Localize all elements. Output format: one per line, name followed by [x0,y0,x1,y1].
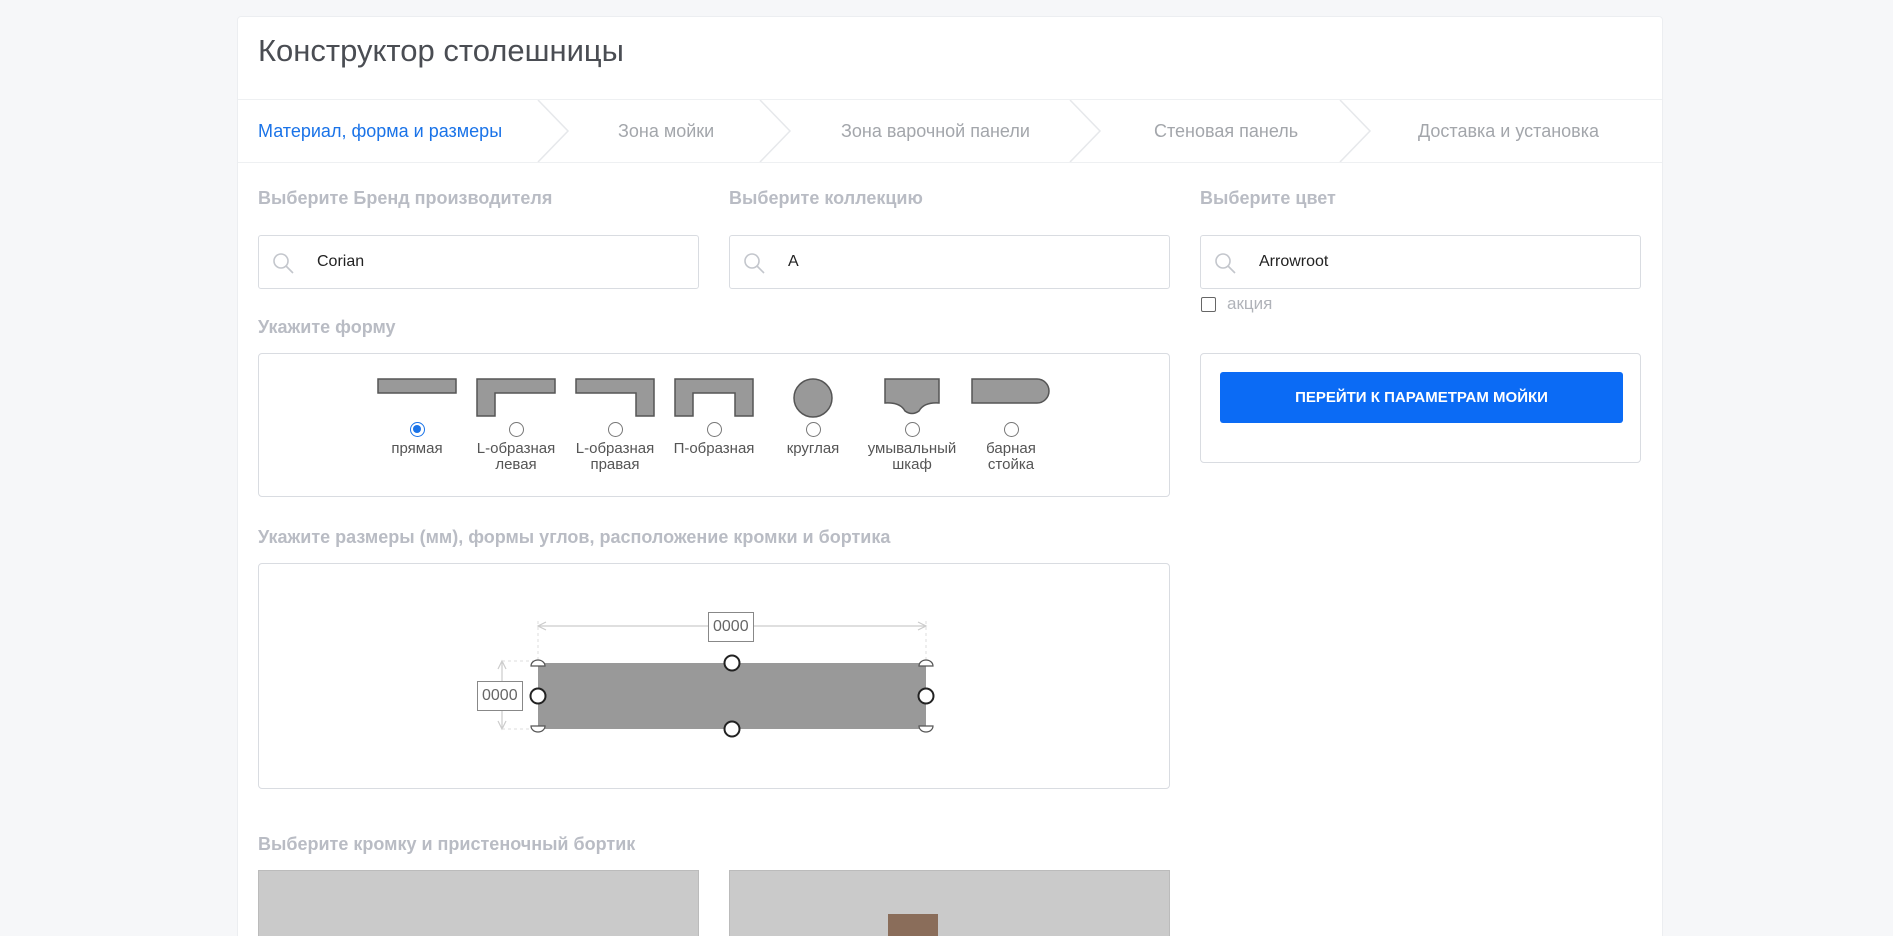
vanity-shape-icon [884,378,940,415]
shape-option-straight[interactable]: прямая [372,378,462,457]
step-hob[interactable]: Зона варочной панели [841,100,1030,162]
backsplash-image [888,914,938,936]
shape-option-round[interactable]: круглая [768,378,858,457]
shape-label: Укажите форму [258,317,396,337]
step-divider-icon [1069,100,1102,162]
dimension-editor: 0000 0000 [258,563,1170,789]
radio-icon[interactable] [607,422,623,437]
edge-option-tile[interactable] [258,870,699,936]
brand-label: Выберите Бренд производителя [258,188,553,208]
radio-icon[interactable] [508,422,524,437]
shape-option-l-right[interactable]: L-образная правая [570,378,660,473]
height-input[interactable]: 0000 [477,681,523,711]
corner-handle-icon[interactable] [918,659,934,667]
round-shape-icon [793,378,833,418]
step-delivery[interactable]: Доставка и установка [1418,100,1599,162]
step-divider-icon [1339,100,1372,162]
straight-shape-icon [377,378,457,394]
checkbox-icon[interactable] [1201,296,1216,312]
collection-select[interactable]: A [729,235,1170,289]
search-icon [1215,253,1236,274]
radio-icon[interactable] [1003,422,1019,437]
l-left-shape-icon [476,378,556,417]
color-value: Arrowroot [1259,253,1329,270]
search-icon [273,253,294,274]
backsplash-option-tile[interactable] [729,870,1170,936]
search-icon [744,253,765,274]
step-divider-icon [537,100,570,162]
radio-icon[interactable] [904,422,920,437]
next-step-button[interactable]: ПЕРЕЙТИ К ПАРАМЕТРАМ МОЙКИ [1220,372,1623,423]
corner-handle-icon[interactable] [918,725,934,733]
l-right-shape-icon [575,378,655,417]
bar-shape-icon [971,378,1050,404]
shape-option-vanity[interactable]: умывальный шкаф [867,378,957,473]
steps-nav: Материал, форма и размеры Зона мойки Зон… [238,99,1662,163]
radio-icon[interactable] [409,422,425,437]
promo-label: акция [1227,294,1273,313]
brand-select[interactable]: Corian [258,235,699,289]
edge-handle-icon[interactable] [723,654,741,672]
step-divider-icon [759,100,792,162]
collection-label: Выберите коллекцию [729,188,923,208]
constructor-card: Конструктор столешницы Материал, форма и… [237,16,1663,936]
step-wall-panel[interactable]: Стеновая панель [1154,100,1298,162]
radio-icon[interactable] [805,422,821,437]
width-input[interactable]: 0000 [708,612,754,642]
shape-option-bar[interactable]: барная стойка [966,378,1056,473]
corner-handle-icon[interactable] [530,725,546,733]
collection-value: A [788,253,799,270]
color-label: Выберите цвет [1200,188,1336,208]
page-title: Конструктор столешницы [258,33,624,68]
shape-option-u[interactable]: П-образная [669,378,759,457]
brand-value: Corian [317,253,365,270]
u-shape-icon [674,378,754,417]
dimensions-label: Укажите размеры (мм), формы углов, распо… [258,527,891,547]
step-material[interactable]: Материал, форма и размеры [258,100,502,162]
promo-checkbox[interactable]: акция [1201,294,1272,314]
color-select[interactable]: Arrowroot [1200,235,1641,289]
edge-handle-icon[interactable] [529,687,547,705]
edge-handle-icon[interactable] [917,687,935,705]
countertop-diagram [497,621,935,738]
shape-selector: прямая L-образная левая L-образная права… [258,353,1170,497]
radio-icon[interactable] [706,422,722,437]
edge-label: Выберите кромку и пристеночный бортик [258,834,636,854]
edge-handle-icon[interactable] [723,720,741,738]
step-sink[interactable]: Зона мойки [618,100,714,162]
shape-option-l-left[interactable]: L-образная левая [471,378,561,473]
edge-profile-image [259,871,699,936]
